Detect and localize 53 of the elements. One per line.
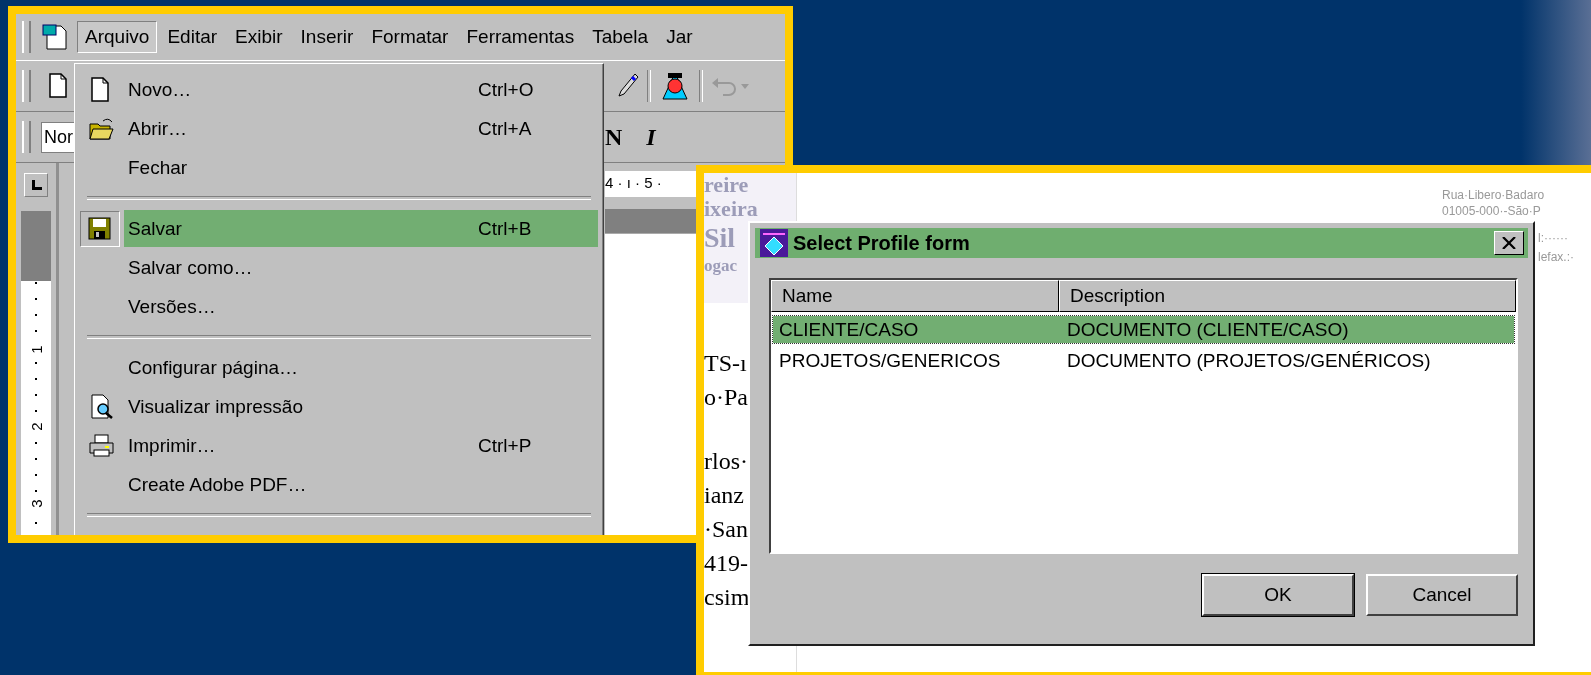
close-icon xyxy=(1502,237,1516,249)
menu-option[interactable]: Create Adobe PDF… xyxy=(80,465,598,504)
dialog-title: Select Profile form xyxy=(793,231,971,255)
list-row[interactable]: CLIENTE/CASO DOCUMENTO (CLIENTE/CASO) xyxy=(773,316,1514,343)
menu-option[interactable]: Configurar página… xyxy=(80,348,598,387)
document-text: 419- xyxy=(704,549,749,578)
document-text: csim xyxy=(704,583,751,612)
contact-text: l:······ xyxy=(1538,230,1569,247)
menu-item[interactable]: Inserir xyxy=(292,21,362,53)
pen-icon xyxy=(615,72,639,100)
menu-item[interactable]: Arquivo xyxy=(77,21,158,53)
letterhead-text: ixeira xyxy=(704,197,758,221)
cancel-button[interactable]: Cancel xyxy=(1366,574,1518,616)
letterhead-text: reire xyxy=(704,173,749,197)
tab-stop-button[interactable] xyxy=(24,173,48,197)
floppy-icon xyxy=(87,215,113,242)
menu-item[interactable]: Editar xyxy=(159,21,226,53)
document-text: o·Pa xyxy=(704,383,749,412)
document-text: ianz xyxy=(704,481,745,510)
document-text: rlos· xyxy=(704,447,749,476)
column-header[interactable]: Description xyxy=(1059,280,1516,312)
menu-option[interactable]: Abrir… Ctrl+A xyxy=(80,109,598,148)
page-icon xyxy=(47,73,69,99)
menu-item[interactable]: Tabela xyxy=(584,21,657,53)
contact-text: lefax.:· xyxy=(1538,249,1574,266)
address-text: 01005-000·-São·P xyxy=(1442,203,1542,219)
document-text: ·San xyxy=(704,515,749,544)
menu-option[interactable]: Imprimir… Ctrl+P xyxy=(80,426,598,465)
menu-option[interactable]: Visualizar impressão xyxy=(80,387,598,426)
ruler-margin-block xyxy=(21,211,51,281)
menu-item[interactable]: Ferramentas xyxy=(458,21,583,53)
style-field[interactable]: Nor xyxy=(41,121,75,153)
menu-option[interactable]: Versões… xyxy=(80,287,598,326)
toolbar-grip xyxy=(22,21,31,53)
magnifier-page-icon xyxy=(89,393,115,420)
toolbar-grip xyxy=(22,70,31,102)
letterhead-text: Sil xyxy=(704,221,736,255)
close-button[interactable] xyxy=(1494,231,1524,255)
toolbar-grip xyxy=(22,121,31,153)
menu-option[interactable]: Salvar como… xyxy=(80,248,598,287)
menu-option[interactable]: Fechar xyxy=(80,148,598,187)
menu-item[interactable]: Exibir xyxy=(227,21,291,53)
list-row[interactable]: PROJETOS/GENERICOS DOCUMENTO (PROJETOS/GENÉRICOS) xyxy=(773,347,1514,374)
document-app-icon xyxy=(41,23,69,51)
printer-icon xyxy=(89,432,115,459)
address-text: Rua·Libero·Badaro xyxy=(1442,187,1545,203)
menu-item[interactable]: Formatar xyxy=(363,21,457,53)
ok-button[interactable]: OK xyxy=(1202,574,1354,616)
menu-option[interactable]: Novo… Ctrl+O xyxy=(80,70,598,109)
letterhead-text: ogac xyxy=(704,255,738,277)
format-button[interactable]: I xyxy=(638,123,664,151)
column-header[interactable]: Name xyxy=(771,280,1059,312)
menu-item[interactable]: Jar xyxy=(658,21,701,53)
